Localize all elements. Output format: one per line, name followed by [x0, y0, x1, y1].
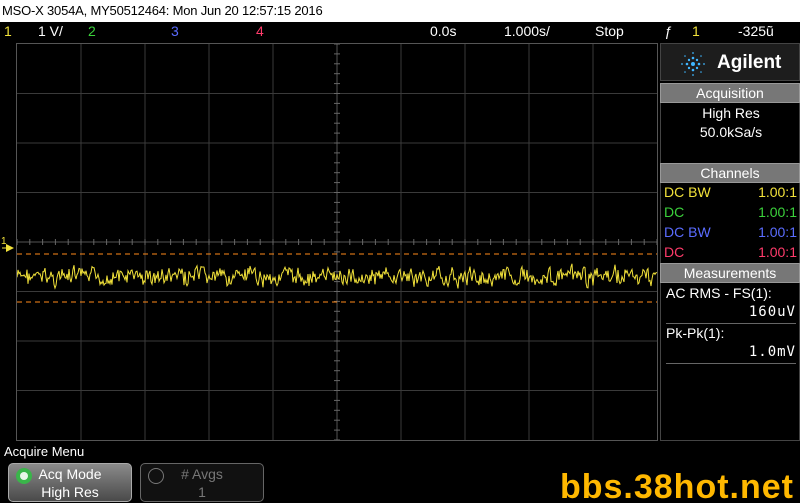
channel-row-2: DC 1.00:1	[664, 204, 797, 224]
acq-mode-softkey[interactable]: Acq Mode High Res	[8, 463, 132, 502]
ch1-probe: 1.00:1	[758, 184, 797, 200]
waveform-display[interactable]	[16, 43, 658, 441]
sample-rate: 50.0kSa/s	[699, 124, 763, 140]
graticule	[17, 44, 657, 440]
measurements-header[interactable]: Measurements	[660, 263, 800, 283]
softkey-label: Acq Mode	[38, 466, 102, 482]
averages-softkey[interactable]: # Avgs 1	[140, 463, 264, 502]
status-bar: 1 1 V/ 2 3 4 0.0s 1.000s/ Stop ƒ 1 -325ũ	[0, 22, 800, 42]
acquisition-header[interactable]: Acquisition	[660, 83, 800, 103]
ch2-probe: 1.00:1	[758, 204, 797, 220]
run-state[interactable]: Stop	[595, 23, 624, 39]
ch4-probe: 1.00:1	[758, 244, 797, 260]
brand-name: Agilent	[717, 52, 782, 73]
time-delay[interactable]: 0.0s	[430, 23, 456, 39]
brand-logo: Agilent	[660, 43, 800, 81]
measurement-value-2: 1.0mV	[666, 344, 796, 364]
acq-mode: High Res	[702, 105, 760, 121]
ch4-coupling: DC	[664, 244, 685, 260]
channel-row-3: DC BW 1.00:1	[664, 224, 797, 244]
channel-row-4: DC 1.00:1	[664, 244, 797, 264]
info-sidebar: Agilent Acquisition High Res 50.0kSa/s C…	[660, 43, 800, 441]
agilent-spark-icon	[681, 52, 705, 76]
channels-panel: DC BW 1.00:1 DC 1.00:1 DC BW 1.00:1 DC 1…	[660, 183, 800, 263]
softkey-value: 1	[198, 484, 206, 500]
ch1-coupling: DC BW	[664, 184, 711, 200]
trigger-icon: ƒ	[664, 23, 672, 39]
softkey-value: High Res	[41, 484, 99, 500]
time-scale[interactable]: 1.000s/	[504, 23, 550, 39]
ch3-probe: 1.00:1	[758, 224, 797, 240]
ch2-coupling: DC	[664, 204, 685, 220]
watermark: bbs.38hot.net	[559, 468, 794, 503]
measurement-value-1: 160uV	[666, 304, 796, 324]
measurements-panel: AC RMS - FS(1): 160uV Pk-Pk(1): 1.0mV	[660, 283, 800, 441]
measurement-label-2: Pk-Pk(1):	[666, 325, 725, 341]
ch1-scale[interactable]: 1 V/	[38, 23, 63, 39]
instrument-title: MSO-X 3054A, MY50512464: Mon Jun 20 12:5…	[2, 3, 323, 18]
ch1-ground-marker[interactable]: 1	[0, 236, 16, 256]
ch3-coupling: DC BW	[664, 224, 711, 240]
softkey-label: # Avgs	[181, 466, 223, 482]
title-bar: MSO-X 3054A, MY50512464: Mon Jun 20 12:5…	[0, 0, 800, 22]
trigger-source[interactable]: 1	[692, 23, 700, 39]
ch2-label[interactable]: 2	[88, 23, 96, 39]
channels-header[interactable]: Channels	[660, 163, 800, 183]
ch1-label[interactable]: 1	[4, 23, 12, 39]
channel-row-1: DC BW 1.00:1	[664, 184, 797, 204]
trigger-level[interactable]: -325ũ	[738, 23, 774, 39]
menu-title: Acquire Menu	[4, 444, 85, 459]
ch3-label[interactable]: 3	[171, 23, 179, 39]
measurement-label-1: AC RMS - FS(1):	[666, 285, 772, 301]
ch4-label[interactable]: 4	[256, 23, 264, 39]
acquisition-panel: High Res 50.0kSa/s	[660, 103, 800, 163]
